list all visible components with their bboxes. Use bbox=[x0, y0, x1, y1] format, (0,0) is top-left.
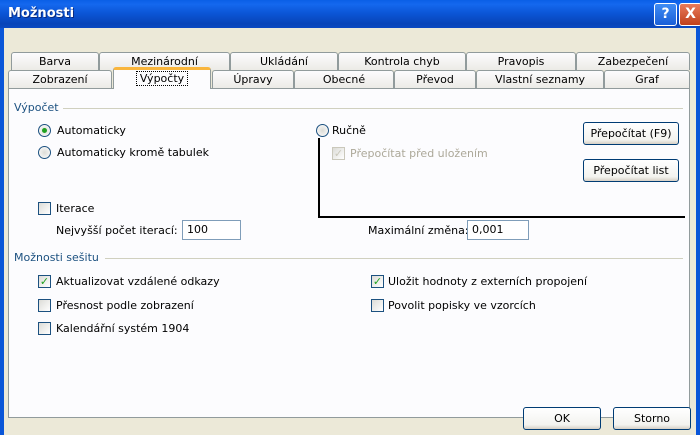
group-divider bbox=[105, 258, 683, 259]
ok-button[interactable]: OK bbox=[523, 407, 601, 430]
checkbox-aktualizovat-vzdalene-odkazy[interactable]: ✓ bbox=[38, 275, 51, 288]
dialog-body: Barva Mezinárodní Ukládání Kontrola chyb… bbox=[4, 28, 696, 435]
radio-automaticky[interactable] bbox=[38, 124, 51, 137]
group-divider bbox=[63, 108, 683, 109]
checkbox-povolit-popisky-ve-vzorcich[interactable] bbox=[371, 299, 384, 312]
tab-graf[interactable]: Graf bbox=[604, 70, 690, 88]
tab-kontrola-chyb[interactable]: Kontrola chyb bbox=[338, 52, 466, 70]
checkbox-presnost-podle-zobrazeni[interactable] bbox=[38, 299, 51, 312]
tab-zobrazeni[interactable]: Zobrazení bbox=[8, 70, 112, 88]
tab-prevod[interactable]: Převod bbox=[394, 70, 476, 88]
label-ulozit-hodnoty-z-externich-propojeni[interactable]: Uložit hodnoty z externích propojení bbox=[388, 275, 587, 288]
tab-ukladani[interactable]: Ukládání bbox=[230, 52, 338, 70]
tab-pravopis[interactable]: Pravopis bbox=[466, 52, 576, 70]
recalc-f9-button[interactable]: Přepočítat (F9) bbox=[583, 122, 679, 145]
tab-zabezpeceni[interactable]: Zabezpečení bbox=[576, 52, 690, 70]
window-title: Možnosti bbox=[8, 6, 75, 21]
label-kalendarni-system-1904[interactable]: Kalendářní systém 1904 bbox=[56, 322, 189, 335]
checkbox-ulozit-hodnoty-z-externich-propojeni[interactable]: ✓ bbox=[371, 275, 384, 288]
help-button[interactable]: ? bbox=[654, 3, 677, 26]
options-dialog: Možnosti ? X Barva Mezinárodní Ukládání … bbox=[0, 0, 700, 435]
radio-rucne[interactable] bbox=[316, 124, 329, 137]
tab-vypocty[interactable]: Výpočty bbox=[113, 67, 211, 89]
close-button[interactable]: X bbox=[679, 3, 700, 26]
tab-vlastni-seznamy[interactable]: Vlastní seznamy bbox=[476, 70, 604, 88]
recalc-sheet-button[interactable]: Přepočítat list bbox=[583, 159, 679, 182]
checkbox-iterace[interactable] bbox=[38, 202, 51, 215]
tab-vypocty-label: Výpočty bbox=[135, 71, 189, 86]
max-change-input[interactable]: 0,001 bbox=[467, 220, 529, 240]
tab-upravy[interactable]: Úpravy bbox=[212, 70, 294, 88]
checkbox-kalendarni-system-1904[interactable] bbox=[38, 322, 51, 335]
group-title-vypocet: Výpočet bbox=[14, 101, 59, 114]
label-automaticky-krome-tabulek[interactable]: Automaticky kromě tabulek bbox=[57, 146, 209, 159]
tab-panel-vypocty: Výpočet Automaticky Automaticky kromě ta… bbox=[8, 88, 690, 418]
label-iterace[interactable]: Iterace bbox=[56, 202, 94, 215]
label-automaticky[interactable]: Automaticky bbox=[57, 124, 126, 137]
label-aktualizovat-vzdalene-odkazy[interactable]: Aktualizovat vzdálené odkazy bbox=[56, 275, 220, 288]
tab-barva[interactable]: Barva bbox=[11, 52, 99, 70]
title-bar[interactable]: Možnosti ? X bbox=[0, 0, 700, 28]
max-iterations-input[interactable]: 100 bbox=[182, 220, 241, 240]
radio-automaticky-krome-tabulek[interactable] bbox=[38, 146, 51, 159]
label-povolit-popisky-ve-vzorcich[interactable]: Povolit popisky ve vzorcích bbox=[388, 299, 536, 312]
label-rucne[interactable]: Ručně bbox=[332, 124, 366, 137]
cancel-button[interactable]: Storno bbox=[613, 407, 691, 430]
label-max-change: Maximální změna: bbox=[368, 224, 469, 237]
tab-obecne[interactable]: Obecné bbox=[294, 70, 394, 88]
label-max-iterations: Nejvyšší počet iterací: bbox=[56, 224, 178, 237]
group-title-moznosti-sesitu: Možnosti sešitu bbox=[14, 251, 99, 264]
label-presnost-podle-zobrazeni[interactable]: Přesnost podle zobrazení bbox=[56, 299, 194, 312]
